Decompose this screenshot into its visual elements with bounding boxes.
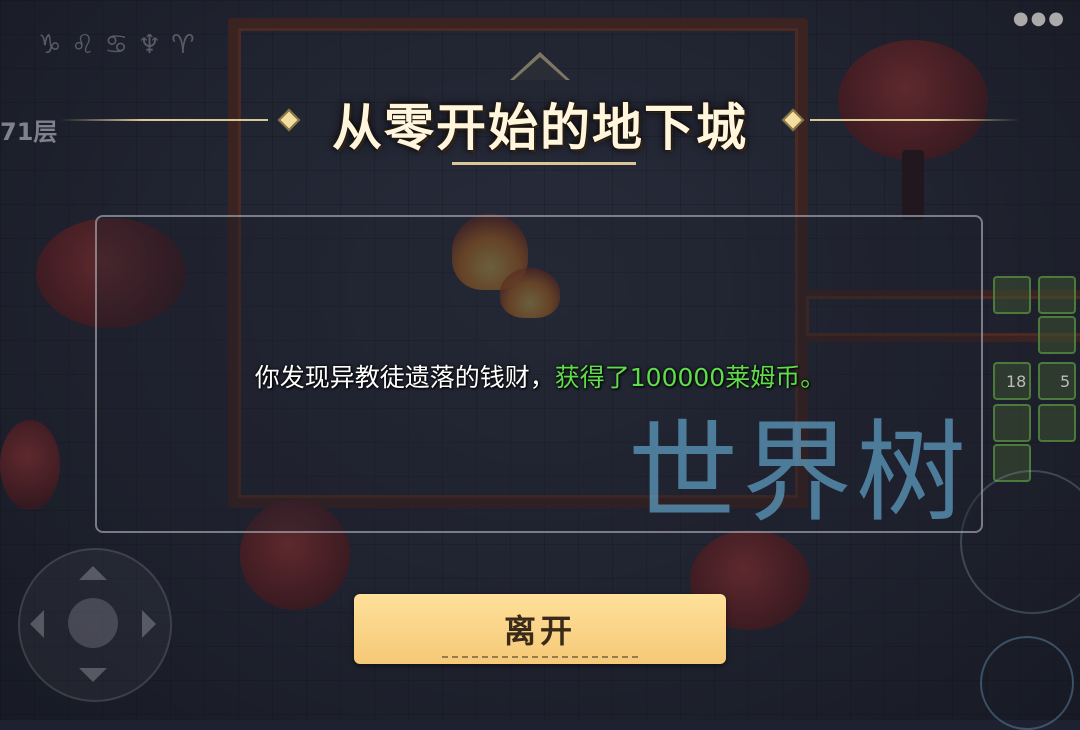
skill-slot-icon[interactable] bbox=[993, 404, 1031, 442]
skill-slot-icon[interactable] bbox=[1038, 276, 1076, 314]
skill-slot-icon[interactable] bbox=[1038, 404, 1076, 442]
leave-button[interactable]: 离开 bbox=[354, 594, 726, 664]
menu-dots-icon[interactable]: ●●● bbox=[1013, 8, 1066, 29]
joystick-up-arrow-icon bbox=[79, 552, 107, 580]
message-prefix: 你发现异教徒遗落的钱财， bbox=[254, 363, 555, 392]
button-dashed-underline bbox=[442, 656, 638, 658]
joystick-right-arrow-icon bbox=[142, 610, 170, 638]
joystick-down-arrow-icon bbox=[79, 668, 107, 696]
leave-button-label: 离开 bbox=[503, 613, 576, 649]
skill-slot-icon[interactable] bbox=[993, 276, 1031, 314]
joystick-left-arrow-icon bbox=[16, 610, 44, 638]
banner-triangle-ornament-inner bbox=[514, 57, 566, 80]
skill-slot-icon[interactable] bbox=[1038, 316, 1076, 354]
message-reward-highlight: 获得了100000莱姆币。 bbox=[554, 363, 826, 392]
joystick-knob[interactable] bbox=[68, 598, 118, 648]
watermark-text: 世界树 bbox=[628, 409, 970, 537]
banner-underline bbox=[452, 162, 636, 165]
zodiac-glyph-row: ♑♌♋♆♈ bbox=[38, 30, 205, 60]
event-message: 你发现异教徒遗落的钱财，获得了100000莱姆币。 bbox=[0, 358, 1080, 394]
event-title: 从零开始的地下城 bbox=[332, 98, 748, 157]
attack-button-icon[interactable] bbox=[980, 636, 1074, 730]
